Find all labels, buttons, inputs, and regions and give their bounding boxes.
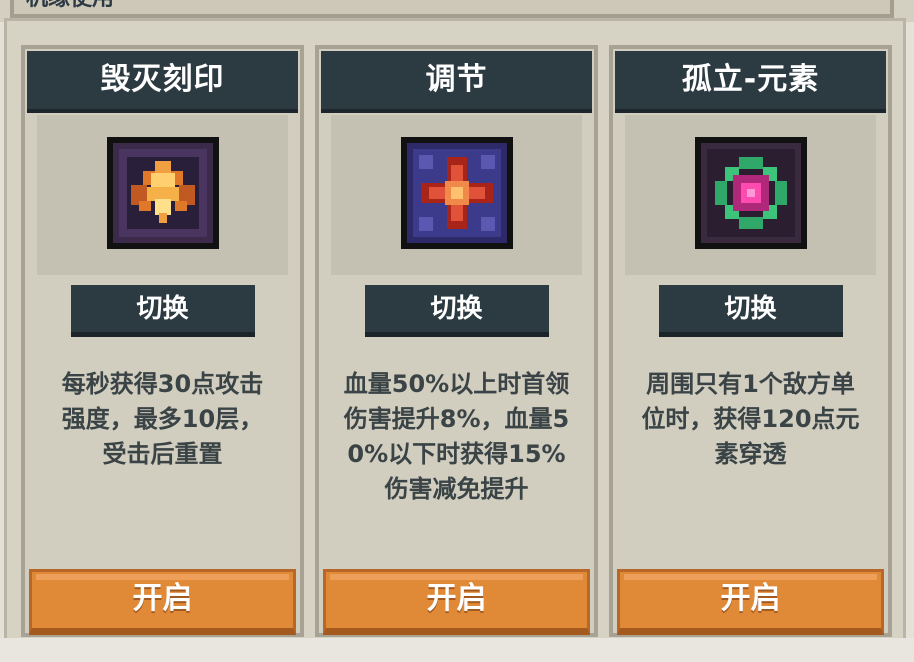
desc-line: 位时，获得120点元 <box>641 405 860 433</box>
top-frame <box>10 0 894 18</box>
icon-area <box>625 115 876 275</box>
icon-area <box>37 115 288 275</box>
card-description: 血量50%以上时首领 伤害提升8%，血量5 0%以下时获得15% 伤害减免提升 <box>323 367 590 507</box>
desc-line: 素穿透 <box>714 440 787 468</box>
bottom-strip <box>0 638 914 662</box>
cards-panel: 毁灭刻印 切换 每秒获得30点攻击 强度，最多10层， 受击后重置 开启 调节 … <box>4 18 906 642</box>
open-button[interactable]: 开启 <box>617 569 884 635</box>
desc-line: 血量50%以上时首领 <box>343 370 570 398</box>
switch-button[interactable]: 切换 <box>70 285 255 337</box>
desc-line: 0%以下时获得15% <box>347 440 566 468</box>
isolation-element-icon <box>694 137 807 249</box>
icon-area <box>331 115 582 275</box>
destruction-mark-icon <box>106 137 219 249</box>
desc-line: 伤害减免提升 <box>384 475 529 503</box>
desc-line: 伤害提升8%，血量5 <box>343 405 570 433</box>
switch-button[interactable]: 切换 <box>658 285 843 337</box>
switch-button[interactable]: 切换 <box>364 285 549 337</box>
regulation-icon <box>400 137 513 249</box>
card-title: 调节 <box>425 62 488 97</box>
desc-line: 强度，最多10层， <box>61 405 264 433</box>
card-description: 每秒获得30点攻击 强度，最多10层， 受击后重置 <box>29 367 296 472</box>
open-button[interactable]: 开启 <box>323 569 590 635</box>
section-title: 机缘使用 <box>26 0 114 8</box>
card-regulation: 调节 切换 血量50%以上时首领 伤害提升8%，血量5 0%以下时获得15% 伤… <box>315 45 598 637</box>
card-title: 孤立-元素 <box>681 62 820 97</box>
desc-line: 周围只有1个敌方单 <box>646 370 855 398</box>
open-button[interactable]: 开启 <box>29 569 296 635</box>
card-header: 孤立-元素 <box>615 51 886 113</box>
card-destruction-mark: 毁灭刻印 切换 每秒获得30点攻击 强度，最多10层， 受击后重置 开启 <box>21 45 304 637</box>
card-isolation-element: 孤立-元素 切换 周围只有1个敌方单 位时，获得120点元 素穿透 开启 <box>609 45 892 637</box>
desc-line: 受击后重置 <box>102 440 223 468</box>
card-header: 调节 <box>321 51 592 113</box>
card-title: 毁灭刻印 <box>100 62 225 97</box>
desc-line: 每秒获得30点攻击 <box>61 370 264 398</box>
card-header: 毁灭刻印 <box>27 51 298 113</box>
card-description: 周围只有1个敌方单 位时，获得120点元 素穿透 <box>617 367 884 472</box>
